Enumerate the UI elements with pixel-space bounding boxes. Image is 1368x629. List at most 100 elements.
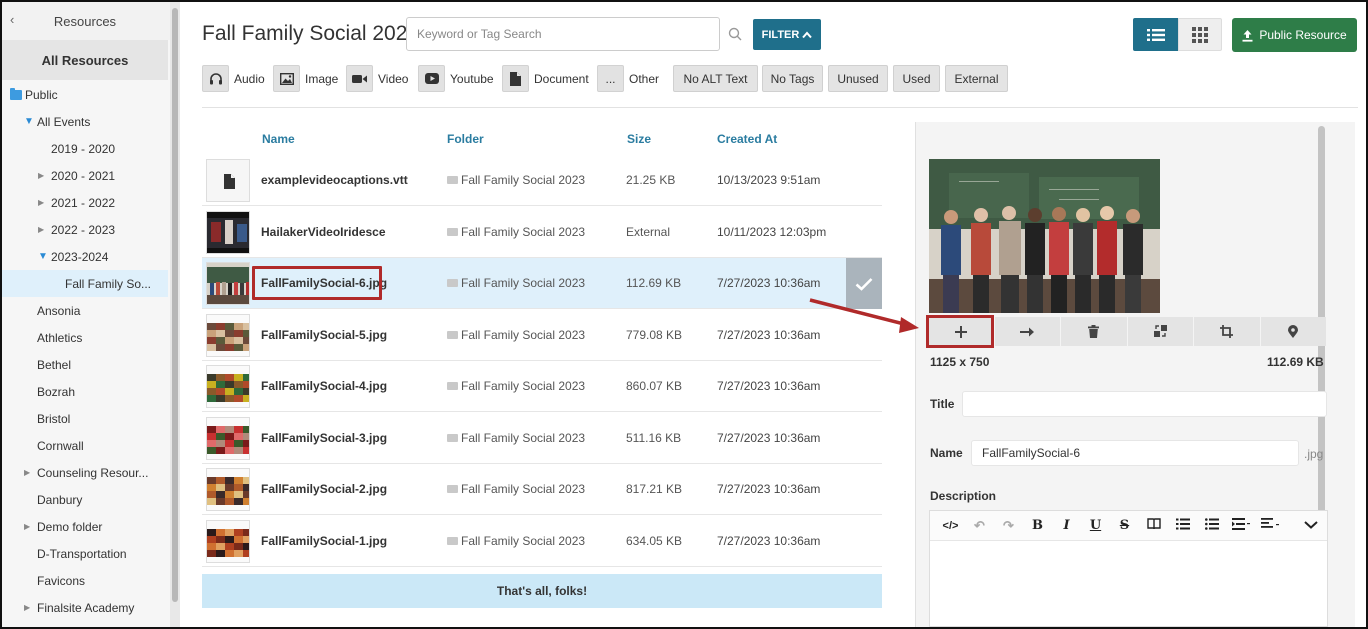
redo-icon[interactable]: ↷: [994, 518, 1023, 534]
caret-right-icon[interactable]: ▶: [38, 225, 44, 234]
caret-right-icon[interactable]: ▶: [24, 468, 30, 477]
bullet-list-icon[interactable]: [1197, 517, 1226, 534]
sidebar-item[interactable]: 2019 - 2020: [2, 135, 168, 162]
title-input[interactable]: [962, 391, 1327, 417]
row-created: 7/27/2023 10:36am: [717, 327, 821, 342]
row-name[interactable]: FallFamilySocial-4.jpg: [261, 379, 387, 393]
sidebar-item[interactable]: Bethel: [2, 351, 168, 378]
sidebar-item[interactable]: Favicons: [2, 567, 168, 594]
row-folder: Fall Family Social 2023: [447, 534, 585, 548]
grid-view-button[interactable]: [1178, 18, 1222, 51]
sidebar-scroll-thumb[interactable]: [172, 8, 178, 602]
row-size: 634.05 KB: [626, 533, 683, 548]
caret-down-icon[interactable]: ▼: [38, 251, 48, 262]
sidebar-item-label: D-Transportation: [37, 546, 127, 561]
table-row[interactable]: FallFamilySocial-3.jpg Fall Family Social…: [202, 413, 882, 464]
table-row[interactable]: FallFamilySocial-6.jpg Fall Family Social…: [202, 258, 882, 309]
strikethrough-icon[interactable]: S: [1110, 518, 1139, 533]
chip-no-alt-text[interactable]: No ALT Text: [673, 65, 758, 92]
sidebar-item[interactable]: Public: [2, 81, 168, 108]
column-header-created[interactable]: Created At: [717, 132, 777, 146]
filter-youtube[interactable]: Youtube: [418, 65, 494, 92]
filter-other[interactable]: ... Other: [597, 65, 659, 92]
list-view-button[interactable]: [1133, 18, 1178, 51]
sidebar-item[interactable]: Fall Family So...: [2, 270, 168, 297]
bold-icon[interactable]: B: [1023, 518, 1052, 533]
indent-icon[interactable]: [1226, 517, 1255, 534]
table-row[interactable]: FallFamilySocial-1.jpg Fall Family Social…: [202, 516, 882, 567]
align-icon[interactable]: [1255, 517, 1284, 534]
delete-button[interactable]: [1061, 317, 1128, 346]
caret-right-icon[interactable]: ▶: [38, 198, 44, 207]
code-view-icon[interactable]: </>: [936, 520, 965, 532]
filter-image[interactable]: Image: [273, 65, 338, 92]
italic-icon[interactable]: I: [1052, 518, 1081, 533]
sidebar-item[interactable]: Bristol: [2, 405, 168, 432]
sidebar-item[interactable]: ▶ 2020 - 2021: [2, 162, 168, 189]
table-row[interactable]: FallFamilySocial-4.jpg Fall Family Social…: [202, 361, 882, 412]
filter-audio[interactable]: Audio: [202, 65, 265, 92]
sidebar-item[interactable]: D-Transportation: [2, 540, 168, 567]
table-row[interactable]: examplevideocaptions.vtt Fall Family Soci…: [202, 155, 882, 206]
sidebar-item[interactable]: Bozrah: [2, 378, 168, 405]
filter-document[interactable]: Document: [502, 65, 589, 92]
sidebar-item[interactable]: ▶ 2021 - 2022: [2, 189, 168, 216]
table-row[interactable]: FallFamilySocial-5.jpg Fall Family Social…: [202, 310, 882, 361]
sidebar-item[interactable]: ▼ All Events: [2, 108, 168, 135]
move-button[interactable]: [995, 317, 1061, 346]
sidebar-item[interactable]: ▶ 2022 - 2023: [2, 216, 168, 243]
sidebar-item[interactable]: Ansonia: [2, 297, 168, 324]
description-editor[interactable]: </> ↶ ↷ B I U S: [929, 510, 1328, 627]
underline-icon[interactable]: U: [1081, 518, 1110, 533]
column-header-name[interactable]: Name: [262, 132, 295, 146]
back-to-resources[interactable]: ‹ Resources: [2, 2, 180, 40]
caret-right-icon[interactable]: ▶: [38, 171, 44, 180]
row-name[interactable]: FallFamilySocial-5.jpg: [261, 328, 387, 342]
undo-icon[interactable]: ↶: [965, 518, 994, 534]
sidebar-item[interactable]: ▶ Counseling Resour...: [2, 459, 168, 486]
row-name[interactable]: examplevideocaptions.vtt: [261, 173, 408, 187]
back-label: Resources: [53, 13, 117, 29]
row-name[interactable]: FallFamilySocial-1.jpg: [261, 534, 387, 548]
chip-external[interactable]: External: [945, 65, 1008, 92]
public-resource-button[interactable]: Public Resource: [1232, 18, 1357, 52]
chip-used[interactable]: Used: [893, 65, 940, 92]
column-header-size[interactable]: Size: [627, 132, 651, 146]
sidebar-item[interactable]: ▼ 2023-2024: [2, 243, 168, 270]
sidebar-item-label: 2023-2024: [51, 249, 109, 264]
row-name[interactable]: FallFamilySocial-2.jpg: [261, 482, 387, 496]
caret-right-icon[interactable]: ▶: [24, 603, 30, 612]
caret-down-icon[interactable]: ▼: [24, 116, 34, 127]
row-size: 21.25 KB: [626, 173, 676, 187]
filter-video[interactable]: Video: [346, 65, 408, 92]
row-select-check[interactable]: [846, 258, 882, 309]
food-photo-thumb: [207, 417, 249, 459]
table-row[interactable]: FallFamilySocial-2.jpg Fall Family Social…: [202, 464, 882, 515]
chevron-left-icon: ‹: [10, 12, 15, 27]
replace-button[interactable]: [1128, 317, 1194, 346]
ordered-list-icon[interactable]: [1168, 518, 1197, 534]
search-input[interactable]: [406, 17, 720, 51]
chip-unused[interactable]: Unused: [828, 65, 888, 92]
more-options-icon[interactable]: [1296, 518, 1325, 533]
focal-point-button[interactable]: [1261, 317, 1327, 346]
row-name[interactable]: HailakerVideoIridesce: [261, 225, 386, 239]
name-input[interactable]: [971, 440, 1299, 466]
sidebar-item[interactable]: Athletics: [2, 324, 168, 351]
caret-right-icon[interactable]: ▶: [24, 522, 30, 531]
column-header-folder[interactable]: Folder: [447, 132, 484, 146]
table-row[interactable]: HailakerVideoIridesce Fall Family Social …: [202, 207, 882, 258]
sidebar-item[interactable]: ▶ Demo folder: [2, 513, 168, 540]
filter-button[interactable]: FILTER: [753, 19, 821, 50]
row-name[interactable]: FallFamilySocial-3.jpg: [261, 431, 387, 445]
all-resources-item[interactable]: All Resources: [2, 40, 168, 80]
sidebar-item[interactable]: Cornwall: [2, 432, 168, 459]
search-icon[interactable]: [728, 27, 742, 41]
sidebar-scrollbar[interactable]: [170, 2, 180, 627]
sidebar-item[interactable]: ▶ Finalsite Academy: [2, 594, 168, 621]
row-folder: Fall Family Social 2023: [447, 379, 585, 393]
sidebar-item[interactable]: Danbury: [2, 486, 168, 513]
chip-no-tags[interactable]: No Tags: [762, 65, 823, 92]
book-icon[interactable]: [1139, 517, 1168, 534]
crop-button[interactable]: [1194, 317, 1261, 346]
